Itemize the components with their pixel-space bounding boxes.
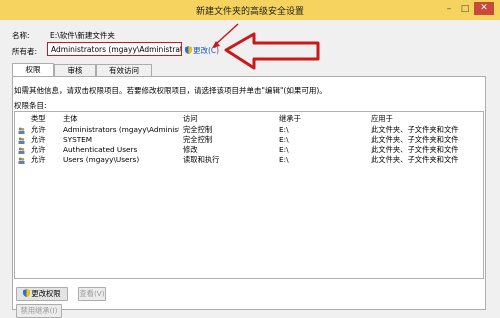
users-icon [18,157,25,164]
row-applies: 此文件夹、子文件夹和文件 [371,135,459,144]
change-permissions-button[interactable]: 更改权限 [16,287,68,301]
row-principal: Administrators (mgayy\Administr... [63,125,179,134]
maximize-button[interactable]: □ [458,3,472,15]
disable-inheritance-button[interactable]: 禁用继承(I) [16,304,62,318]
row-principal: SYSTEM [63,135,93,144]
users-icon [18,137,25,144]
row-type: 允许 [31,155,46,164]
row-type: 允许 [31,135,46,144]
users-icon [18,147,25,154]
row-access: 修改 [183,145,198,154]
big-arrow-outline [224,32,320,70]
name-value: E:\软件\新建文件夹 [50,31,115,40]
tab-permissions[interactable]: 权限 [12,63,54,77]
row-applies: 此文件夹、子文件夹和文件 [371,145,459,154]
column-header-access[interactable]: 访问 [183,114,198,124]
change-permissions-label: 更改权限 [31,289,61,298]
row-type: 允许 [31,145,46,154]
row-inherited: E:\ [279,135,289,144]
row-inherited: E:\ [279,155,289,164]
column-header-inherited[interactable]: 继承于 [279,114,301,124]
row-principal: Authenticated Users [63,145,138,154]
users-icon [18,127,25,134]
row-access: 完全控制 [183,125,213,134]
column-header-applies[interactable]: 应用于 [371,114,393,124]
row-access: 读取和执行 [183,155,220,164]
row-inherited: E:\ [279,145,289,154]
uac-shield-icon [23,289,31,297]
column-header-principal[interactable]: 主体 [63,114,78,124]
annotation-arrows [212,23,320,70]
table-row[interactable]: 允许 SYSTEM 完全控制 E:\ 此文件夹、子文件夹和文件 [15,135,483,145]
uac-shield-icon [185,46,192,54]
owner-label: 所有者: [12,47,38,56]
row-type: 允许 [31,125,46,134]
row-access: 完全控制 [183,135,213,144]
table-row[interactable]: 允许 Administrators (mgayy\Administr... 完全… [15,125,483,135]
permission-entries-table[interactable]: 类型 主体 访问 继承于 应用于 允许 Administrators (mgay… [14,111,484,279]
tab-effective-access[interactable]: 有效访问 [96,64,152,76]
close-button[interactable]: ✕ [474,2,494,15]
table-header: 类型 主体 访问 继承于 应用于 [15,114,483,124]
row-applies: 此文件夹、子文件夹和文件 [371,155,459,164]
table-row[interactable]: 允许 Users (mgayy\Users) 读取和执行 E:\ 此文件夹、子文… [15,155,483,165]
owner-value: Administrators (mgayy\Administrators) [47,42,182,56]
thin-arrow-line [215,23,239,45]
entries-label: 权限条目: [14,101,47,110]
view-button[interactable]: 查看(V) [78,287,106,301]
row-applies: 此文件夹、子文件夹和文件 [371,125,459,134]
column-header-type[interactable]: 类型 [31,114,46,124]
row-inherited: E:\ [279,125,289,134]
table-row[interactable]: 允许 Authenticated Users 修改 E:\ 此文件夹、子文件夹和… [15,145,483,155]
name-label: 名称: [12,31,30,40]
row-principal: Users (mgayy\Users) [63,155,140,164]
info-text: 如需其他信息，请双击权限项目。若要修改权限项目，请选择该项目并单击"编辑"(如果… [14,86,327,95]
advanced-security-window: 新建文件夹的高级安全设置 – □ ✕ 名称: E:\软件\新建文件夹 所有者: … [0,0,500,318]
minimize-button[interactable]: – [442,3,456,15]
tab-auditing[interactable]: 审核 [54,64,96,76]
